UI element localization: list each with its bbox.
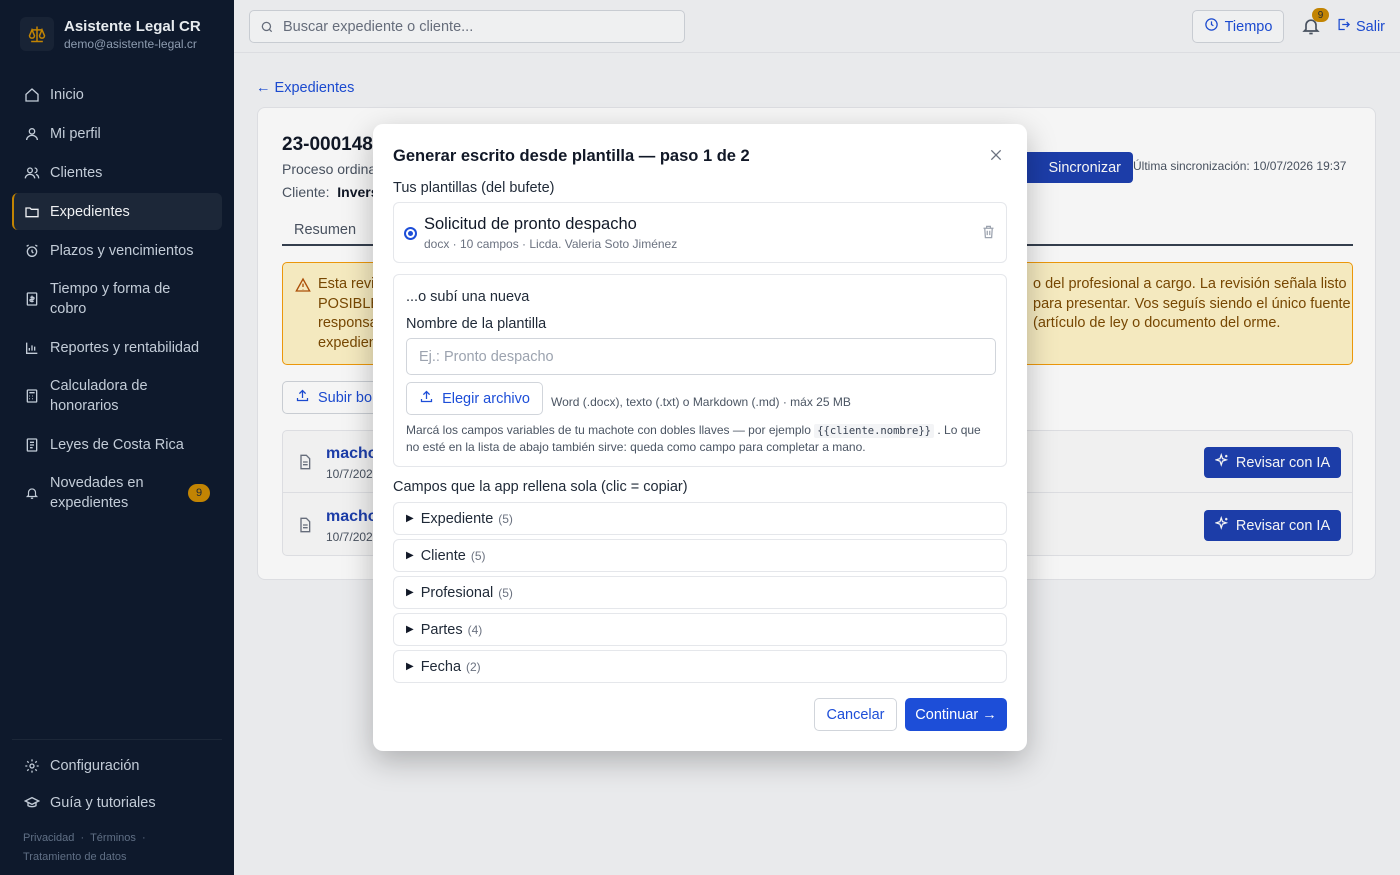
choose-file-label: Elegir archivo (442, 390, 530, 407)
field-group-count: (5) (498, 585, 513, 600)
close-icon[interactable] (988, 147, 1006, 165)
template-meta: docx · 10 campos · Licda. Valeria Soto J… (424, 237, 678, 251)
template-option[interactable]: Solicitud de pronto despacho docx · 10 c… (393, 202, 1007, 263)
template-modal: Generar escrito desde plantilla — paso 1… (373, 124, 1027, 751)
modal-title: Generar escrito desde plantilla — paso 1… (393, 147, 750, 165)
placeholder-help-text: Marcá los campos variables de tu machote… (406, 423, 996, 455)
triangle-right-icon: ▶ (406, 513, 414, 524)
templates-section-label: Tus plantillas (del bufete) (393, 180, 555, 196)
template-radio[interactable] (404, 227, 417, 240)
triangle-right-icon: ▶ (406, 587, 414, 598)
upload-icon (419, 389, 434, 408)
trash-icon[interactable] (981, 224, 996, 245)
template-name: Solicitud de pronto despacho (424, 215, 637, 233)
field-group-count: (5) (498, 511, 513, 526)
field-group-count: (2) (466, 659, 481, 674)
field-group-fecha[interactable]: ▶ Fecha (2) (393, 650, 1007, 683)
fields-section-label: Campos que la app rellena sola (clic = c… (393, 479, 688, 495)
triangle-right-icon: ▶ (406, 661, 414, 672)
new-template-section: ...o subí una nueva Nombre de la plantil… (393, 274, 1007, 467)
field-group-profesional[interactable]: ▶ Profesional (5) (393, 576, 1007, 609)
cancel-button[interactable]: Cancelar (814, 698, 897, 731)
help-code-example: {{cliente.nombre}} (814, 424, 935, 438)
new-template-title: ...o subí una nueva (406, 289, 530, 305)
field-group-name: Cliente (420, 547, 466, 564)
triangle-right-icon: ▶ (406, 624, 414, 635)
file-type-hint: Word (.docx), texto (.txt) o Markdown (.… (551, 395, 851, 409)
field-group-expediente[interactable]: ▶ Expediente (5) (393, 502, 1007, 535)
choose-file-button[interactable]: Elegir archivo (406, 382, 543, 415)
template-name-label: Nombre de la plantilla (406, 316, 547, 332)
field-group-partes[interactable]: ▶ Partes (4) (393, 613, 1007, 646)
field-group-cliente[interactable]: ▶ Cliente (5) (393, 539, 1007, 572)
field-group-name: Profesional (420, 584, 494, 601)
template-name-input[interactable] (406, 338, 996, 375)
field-group-name: Expediente (420, 510, 494, 527)
field-group-count: (5) (470, 548, 486, 563)
triangle-right-icon: ▶ (406, 550, 414, 561)
field-group-count: (4) (467, 622, 483, 637)
field-group-name: Partes (420, 621, 463, 638)
field-group-name: Fecha (420, 658, 462, 675)
help-text-before: Marcá los campos variables de tu machote… (406, 423, 811, 437)
continue-button[interactable]: Continuar → (905, 698, 1007, 731)
